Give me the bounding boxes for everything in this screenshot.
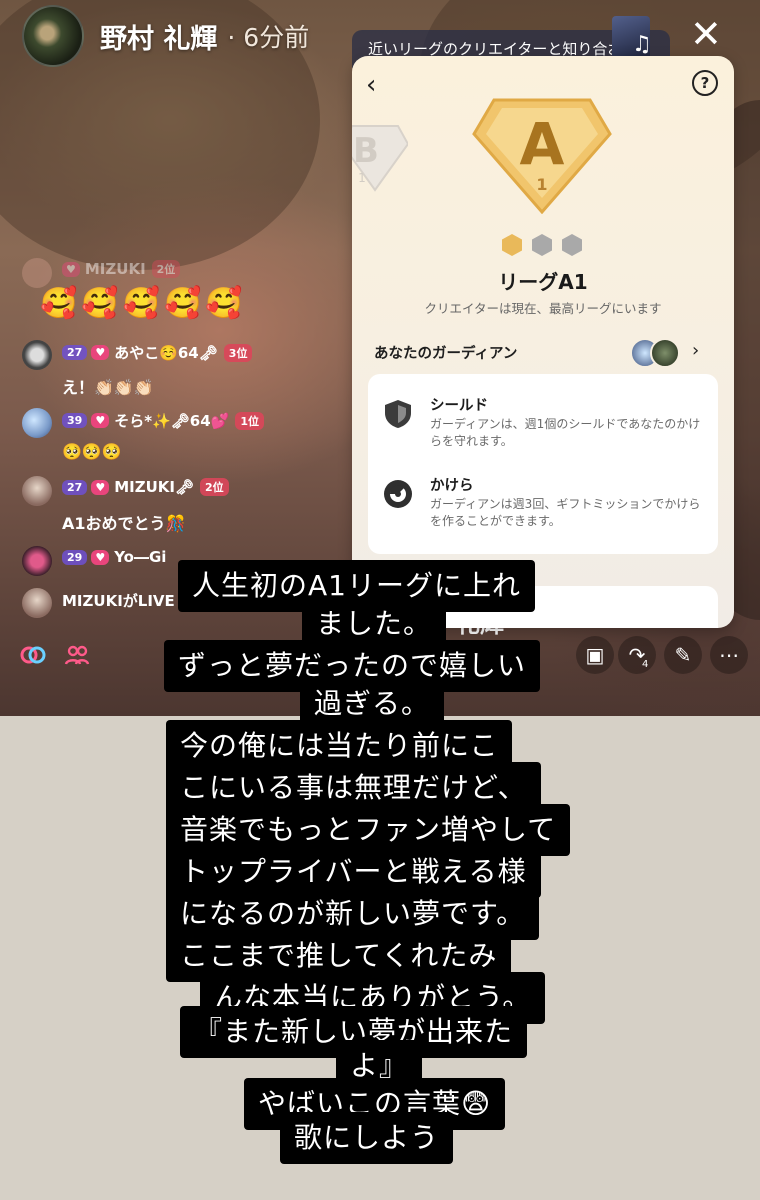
progress-dot-empty (562, 234, 582, 256)
chat-username: MIZUKI🗝 (114, 478, 194, 496)
league-b-number: 1 (358, 171, 366, 185)
level-badge: 27 (62, 345, 88, 360)
league-a-letter: A (520, 110, 565, 178)
host-name[interactable]: 野村 礼輝 (100, 17, 217, 56)
feature-title: シールド (430, 398, 488, 414)
league-title: リーグA1 (498, 270, 588, 294)
back-chevron-icon[interactable]: ‹ (366, 70, 376, 100)
fragment-icon (384, 480, 412, 508)
chat-username: あやこ☺️64🗝 (114, 344, 218, 362)
league-b-badge: B 1 (352, 125, 408, 192)
chevron-right-icon[interactable]: › (692, 340, 699, 361)
league-subtitle: クリエイターは現在、最高リーグにいます (424, 301, 662, 316)
host-header: 野村 礼輝 · 6分前 (22, 5, 310, 67)
feature-title: かけら (430, 478, 474, 494)
guardian-row[interactable]: あなたのガーディアン › (374, 338, 714, 368)
heart-badge-icon: ♥ (62, 261, 80, 277)
level-badge: 29 (62, 549, 88, 565)
heart-badge-icon: ♥ (91, 549, 110, 565)
chat-avatar[interactable] (22, 588, 52, 618)
rank-badge: 3位 (223, 343, 253, 362)
chat-username: Yo―Gi (114, 548, 167, 566)
guardian-label: あなたのガーディアン (374, 346, 518, 362)
league-progress-dots (502, 234, 582, 256)
rank-badge: 2位 (200, 478, 229, 496)
chat-emoji-row: 🥰🥰🥰🥰🥰 (40, 286, 247, 321)
rank-badge: 2位 (151, 260, 181, 278)
shield-icon (385, 400, 411, 428)
magic-wand-icon[interactable]: ✎ (664, 636, 702, 674)
rank-badge: 1位 (235, 411, 264, 430)
caption-line: 歌にしよう (280, 1112, 454, 1164)
people-icon[interactable] (58, 636, 96, 674)
league-panel: ‹ ? B 1 A 1 リーグA1 クリエイターは現在、最高リーグにいます あな… (352, 56, 734, 628)
heart-badge-icon: ♥ (91, 479, 110, 495)
league-a-badge: A 1 (472, 98, 612, 214)
league-a-number: 1 (536, 175, 547, 194)
help-icon[interactable]: ? (692, 70, 718, 96)
share-count: 4 (642, 659, 649, 670)
chat-avatar[interactable] (22, 408, 52, 438)
heart-badge-icon: ♥ (91, 345, 110, 360)
progress-dot-empty (532, 234, 552, 256)
chat-text: A1おめでとう🎊 (62, 514, 186, 533)
more-icon[interactable]: ⋯ (710, 636, 748, 674)
post-time: · 6分前 (227, 23, 310, 52)
share-button[interactable]: ↷ 4 (618, 636, 656, 674)
chat-username: MIZUKI (84, 260, 146, 278)
feature-description: ガーディアンは、週1個のシールドであなたのかけらを守れます。 (430, 417, 701, 448)
guardian-feature-card: シールド ガーディアンは、週1個のシールドであなたのかけらを守れます。 かけら … (368, 374, 718, 554)
level-badge: 39 (62, 413, 88, 428)
feature-description: ガーディアンは週3回、ギフトミッションでかけらを作ることができます。 (430, 497, 701, 528)
chat-avatar[interactable] (22, 340, 52, 370)
close-icon[interactable]: ✕ (690, 15, 722, 53)
chat-avatar[interactable] (22, 546, 52, 576)
progress-dot-filled (502, 234, 522, 256)
heart-badge-icon: ♥ (91, 413, 110, 428)
chat-text: 🥺🥺🥺 (62, 442, 122, 461)
link-icon[interactable] (14, 636, 52, 674)
guardian-avatar (650, 338, 680, 368)
chat-text: え！👏🏻👏🏻👏🏻 (62, 378, 154, 397)
league-b-letter: B (353, 131, 379, 171)
chat-username: そら*✨🗝64💕 (114, 412, 230, 430)
level-badge: 27 (62, 479, 88, 495)
gift-icon[interactable]: ▣ (576, 636, 614, 674)
host-avatar[interactable] (22, 5, 84, 67)
chat-avatar[interactable] (22, 476, 52, 506)
guardian-avatars (630, 338, 680, 368)
chat-join-notice: MIZUKIがLIVE (62, 592, 175, 610)
chat-avatar[interactable] (22, 258, 52, 288)
music-note-icon: ♫ (632, 32, 652, 57)
